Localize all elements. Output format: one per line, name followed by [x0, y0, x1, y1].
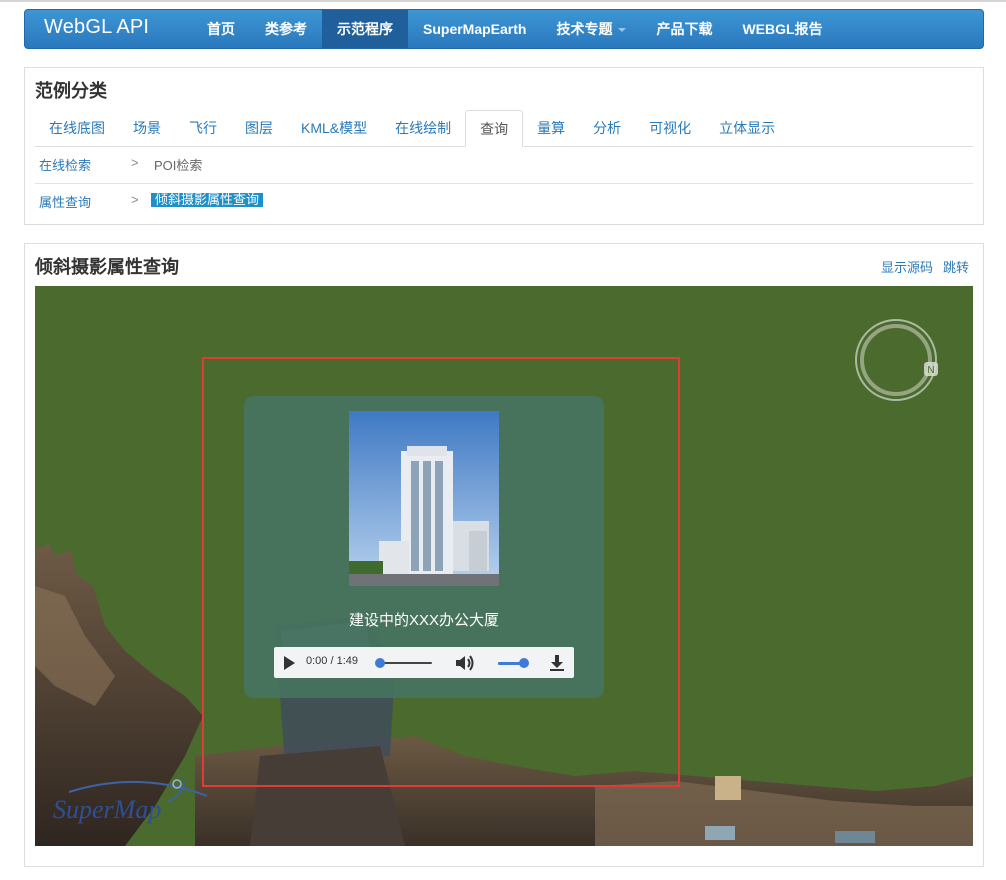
- brand-title[interactable]: WebGL API: [44, 16, 149, 39]
- category-panel: 范例分类 在线底图 场景 飞行 图层 KML&模型 在线绘制 查询 量算 分析 …: [24, 67, 984, 225]
- tab-measure[interactable]: 量算: [523, 110, 579, 146]
- subcategory-separator: >: [131, 155, 139, 170]
- category-tabs: 在线底图 场景 飞行 图层 KML&模型 在线绘制 查询 量算 分析 可视化 立…: [35, 110, 973, 147]
- building-name: 建设中的XXX办公大厦: [348, 612, 499, 629]
- nav-item-tech-topics[interactable]: 技术专题: [541, 10, 641, 48]
- play-icon[interactable]: [284, 656, 295, 670]
- tab-online-basemap[interactable]: 在线底图: [35, 110, 119, 146]
- demo-links: 显示源码 跳转: [881, 257, 969, 276]
- subcategory-separator: >: [131, 192, 139, 207]
- tab-query[interactable]: 查询: [465, 110, 524, 147]
- tab-analysis[interactable]: 分析: [579, 110, 635, 146]
- nav-item-examples[interactable]: 示范程序: [322, 10, 408, 48]
- show-source-link[interactable]: 显示源码: [881, 257, 933, 276]
- svg-text:N: N: [927, 365, 934, 376]
- nav-item-home[interactable]: 首页: [192, 10, 250, 48]
- nav-item-tech-topics-label: 技术专题: [556, 21, 613, 37]
- audio-seek-slider[interactable]: [375, 658, 432, 668]
- nav-item-supermapearth[interactable]: SuperMapEarth: [408, 10, 541, 48]
- top-navbar: WebGL API 首页 类参考 示范程序 SuperMapEarth 技术专题…: [24, 9, 984, 49]
- demo-panel: 倾斜摄影属性查询 显示源码 跳转 N 建设中的XXX办公大厦 0:00 / 1:…: [24, 243, 984, 867]
- tab-kml-model[interactable]: KML&模型: [287, 110, 381, 146]
- category-title: 范例分类: [35, 81, 107, 101]
- tab-flight[interactable]: 飞行: [175, 110, 231, 146]
- tab-stereo[interactable]: 立体显示: [705, 110, 789, 146]
- volume-icon[interactable]: [454, 653, 476, 673]
- supermap-logo: SuperMap: [53, 779, 208, 824]
- nav-item-download[interactable]: 产品下载: [641, 10, 727, 48]
- example-link-poi-search[interactable]: POI检索: [154, 155, 202, 174]
- demo-title: 倾斜摄影属性查询: [35, 257, 179, 277]
- attribute-popup: 建设中的XXX办公大厦 0:00 / 1:49: [244, 396, 604, 698]
- compass-icon[interactable]: N: [854, 315, 944, 405]
- subcategory-row: 属性查询 > 倾斜摄影属性查询: [35, 184, 973, 221]
- nav-menu: 首页 类参考 示范程序 SuperMapEarth 技术专题 产品下载 WEBG…: [192, 10, 838, 48]
- tab-layer[interactable]: 图层: [231, 110, 287, 146]
- nav-item-webgl-report[interactable]: WEBGL报告: [727, 10, 837, 48]
- 3d-scene-viewer[interactable]: N 建设中的XXX办公大厦 0:00 / 1:49 SuperMap: [35, 286, 973, 846]
- subcategory-label-attribute-query[interactable]: 属性查询: [39, 192, 91, 211]
- tab-visualization[interactable]: 可视化: [635, 110, 705, 146]
- volume-slider[interactable]: [498, 658, 529, 668]
- jump-link[interactable]: 跳转: [943, 257, 969, 276]
- subcategory-row: 在线检索 > POI检索: [35, 147, 973, 184]
- tab-online-draw[interactable]: 在线绘制: [381, 110, 465, 146]
- volume-knob[interactable]: [519, 658, 529, 668]
- audio-player: 0:00 / 1:49: [274, 647, 574, 678]
- window-top-edge: [0, 0, 1006, 2]
- subcategory-label-online-search[interactable]: 在线检索: [39, 155, 91, 174]
- audio-time: 0:00 / 1:49: [306, 655, 358, 667]
- building-photo: [349, 411, 499, 586]
- download-icon[interactable]: [548, 654, 566, 672]
- nav-item-class-reference[interactable]: 类参考: [250, 10, 322, 48]
- tab-scene[interactable]: 场景: [119, 110, 175, 146]
- example-link-oblique-attribute-query[interactable]: 倾斜摄影属性查询: [151, 193, 264, 207]
- caret-down-icon: [618, 28, 627, 33]
- seek-knob[interactable]: [375, 658, 385, 668]
- svg-text:SuperMap: SuperMap: [53, 795, 161, 824]
